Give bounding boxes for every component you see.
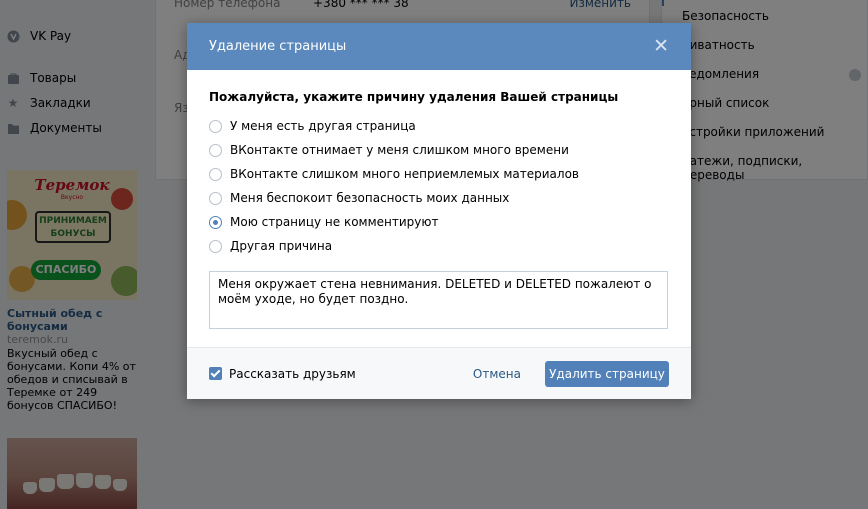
radio-button[interactable] <box>209 143 222 157</box>
tell-friends-checkbox[interactable] <box>209 367 222 380</box>
dialog-footer: Рассказать друзьям Отмена Удалить страни… <box>187 347 691 399</box>
delete-page-dialog: Удаление страницы ✕ Пожалуйста, укажите … <box>187 23 691 399</box>
dialog-title: Удаление страницы <box>209 39 347 54</box>
dialog-header: Удаление страницы ✕ <box>187 23 691 70</box>
dialog-body: Пожалуйста, укажите причину удаления Ваш… <box>187 70 691 332</box>
delete-page-button[interactable]: Удалить страницу <box>545 360 669 387</box>
radio-button[interactable] <box>209 167 222 181</box>
reason-textarea[interactable]: Меня окружает стена невнимания. DELETED … <box>209 271 668 329</box>
cancel-button[interactable]: Отмена <box>473 367 521 381</box>
reason-option-no-comments[interactable]: Мою страницу не комментируют <box>209 210 669 234</box>
radio-button-selected[interactable] <box>209 215 222 229</box>
radio-button[interactable] <box>209 239 222 253</box>
reason-option-too-much-time[interactable]: ВКонтакте отнимает у меня слишком много … <box>209 138 669 162</box>
reason-option-data-security[interactable]: Меня беспокоит безопасность моих данных <box>209 186 669 210</box>
radio-button[interactable] <box>209 191 222 205</box>
reason-option-other[interactable]: Другая причина <box>209 234 669 258</box>
reason-question: Пожалуйста, укажите причину удаления Ваш… <box>209 90 619 104</box>
close-icon[interactable]: ✕ <box>653 37 669 56</box>
reason-option-other-page[interactable]: У меня есть другая страница <box>209 114 669 138</box>
tell-friends-label[interactable]: Рассказать друзьям <box>229 367 356 381</box>
reason-option-inappropriate-content[interactable]: ВКонтакте слишком много неприемлемых мат… <box>209 162 669 186</box>
radio-button[interactable] <box>209 119 222 133</box>
